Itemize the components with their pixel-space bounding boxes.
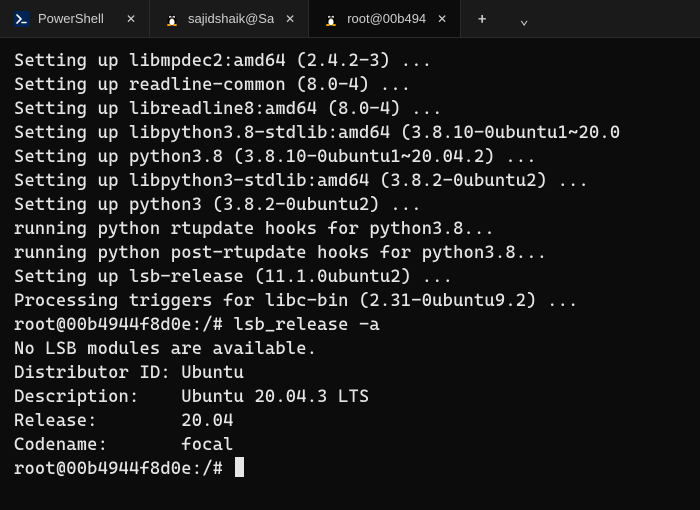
terminal-line: Setting up python3 (3.8.2-0ubuntu2) ... (14, 195, 422, 215)
terminal-line: Processing triggers for libc-bin (2.31-0… (14, 291, 579, 311)
terminal-line: Codename: focal (14, 435, 234, 455)
new-tab-button[interactable]: + (461, 0, 503, 37)
terminal-line: Setting up libpython3-stdlib:amd64 (3.8.… (14, 171, 589, 191)
tab-powershell[interactable]: PowerShell ✕ (0, 0, 150, 37)
titlebar: PowerShell ✕ sajidshaik@Sa ✕ root@00b494… (0, 0, 700, 38)
terminal-line: Setting up python3.8 (3.8.10-0ubuntu1~20… (14, 147, 537, 167)
tab-title: root@00b494 (347, 11, 426, 26)
tux-icon (323, 11, 339, 27)
terminal-line: Setting up libpython3.8-stdlib:amd64 (3.… (14, 123, 620, 143)
close-icon[interactable]: ✕ (434, 11, 450, 27)
terminal-line: Release: 20.04 (14, 411, 234, 431)
terminal-line: Setting up readline-common (8.0-4) ... (14, 75, 411, 95)
terminal-line: Distributor ID: Ubuntu (14, 363, 244, 383)
tab-title: PowerShell (38, 11, 115, 26)
cursor (235, 457, 244, 477)
terminal-line: Setting up libreadline8:amd64 (8.0-4) ..… (14, 99, 443, 119)
tab-wsl-root[interactable]: root@00b494 ✕ (309, 0, 461, 37)
close-icon[interactable]: ✕ (123, 11, 139, 27)
tab-dropdown-button[interactable]: ⌄ (503, 0, 545, 37)
terminal-line: Setting up lsb-release (11.1.0ubuntu2) .… (14, 267, 453, 287)
terminal-line: running python post-rtupdate hooks for p… (14, 243, 547, 263)
terminal-output[interactable]: Setting up libmpdec2:amd64 (2.4.2-3) ...… (0, 38, 700, 490)
tab-title: sajidshaik@Sa (188, 11, 274, 26)
tab-wsl-user[interactable]: sajidshaik@Sa ✕ (150, 0, 309, 37)
terminal-prompt: root@00b4944f8d0e:/# (14, 459, 234, 479)
tux-icon (164, 11, 180, 27)
powershell-icon (14, 11, 30, 27)
terminal-line: running python rtupdate hooks for python… (14, 219, 495, 239)
terminal-line: Description: Ubuntu 20.04.3 LTS (14, 387, 369, 407)
terminal-line: No LSB modules are available. (14, 339, 317, 359)
terminal-line: root@00b4944f8d0e:/# lsb_release -a (14, 315, 380, 335)
terminal-line: Setting up libmpdec2:amd64 (2.4.2-3) ... (14, 51, 432, 71)
close-icon[interactable]: ✕ (282, 11, 298, 27)
